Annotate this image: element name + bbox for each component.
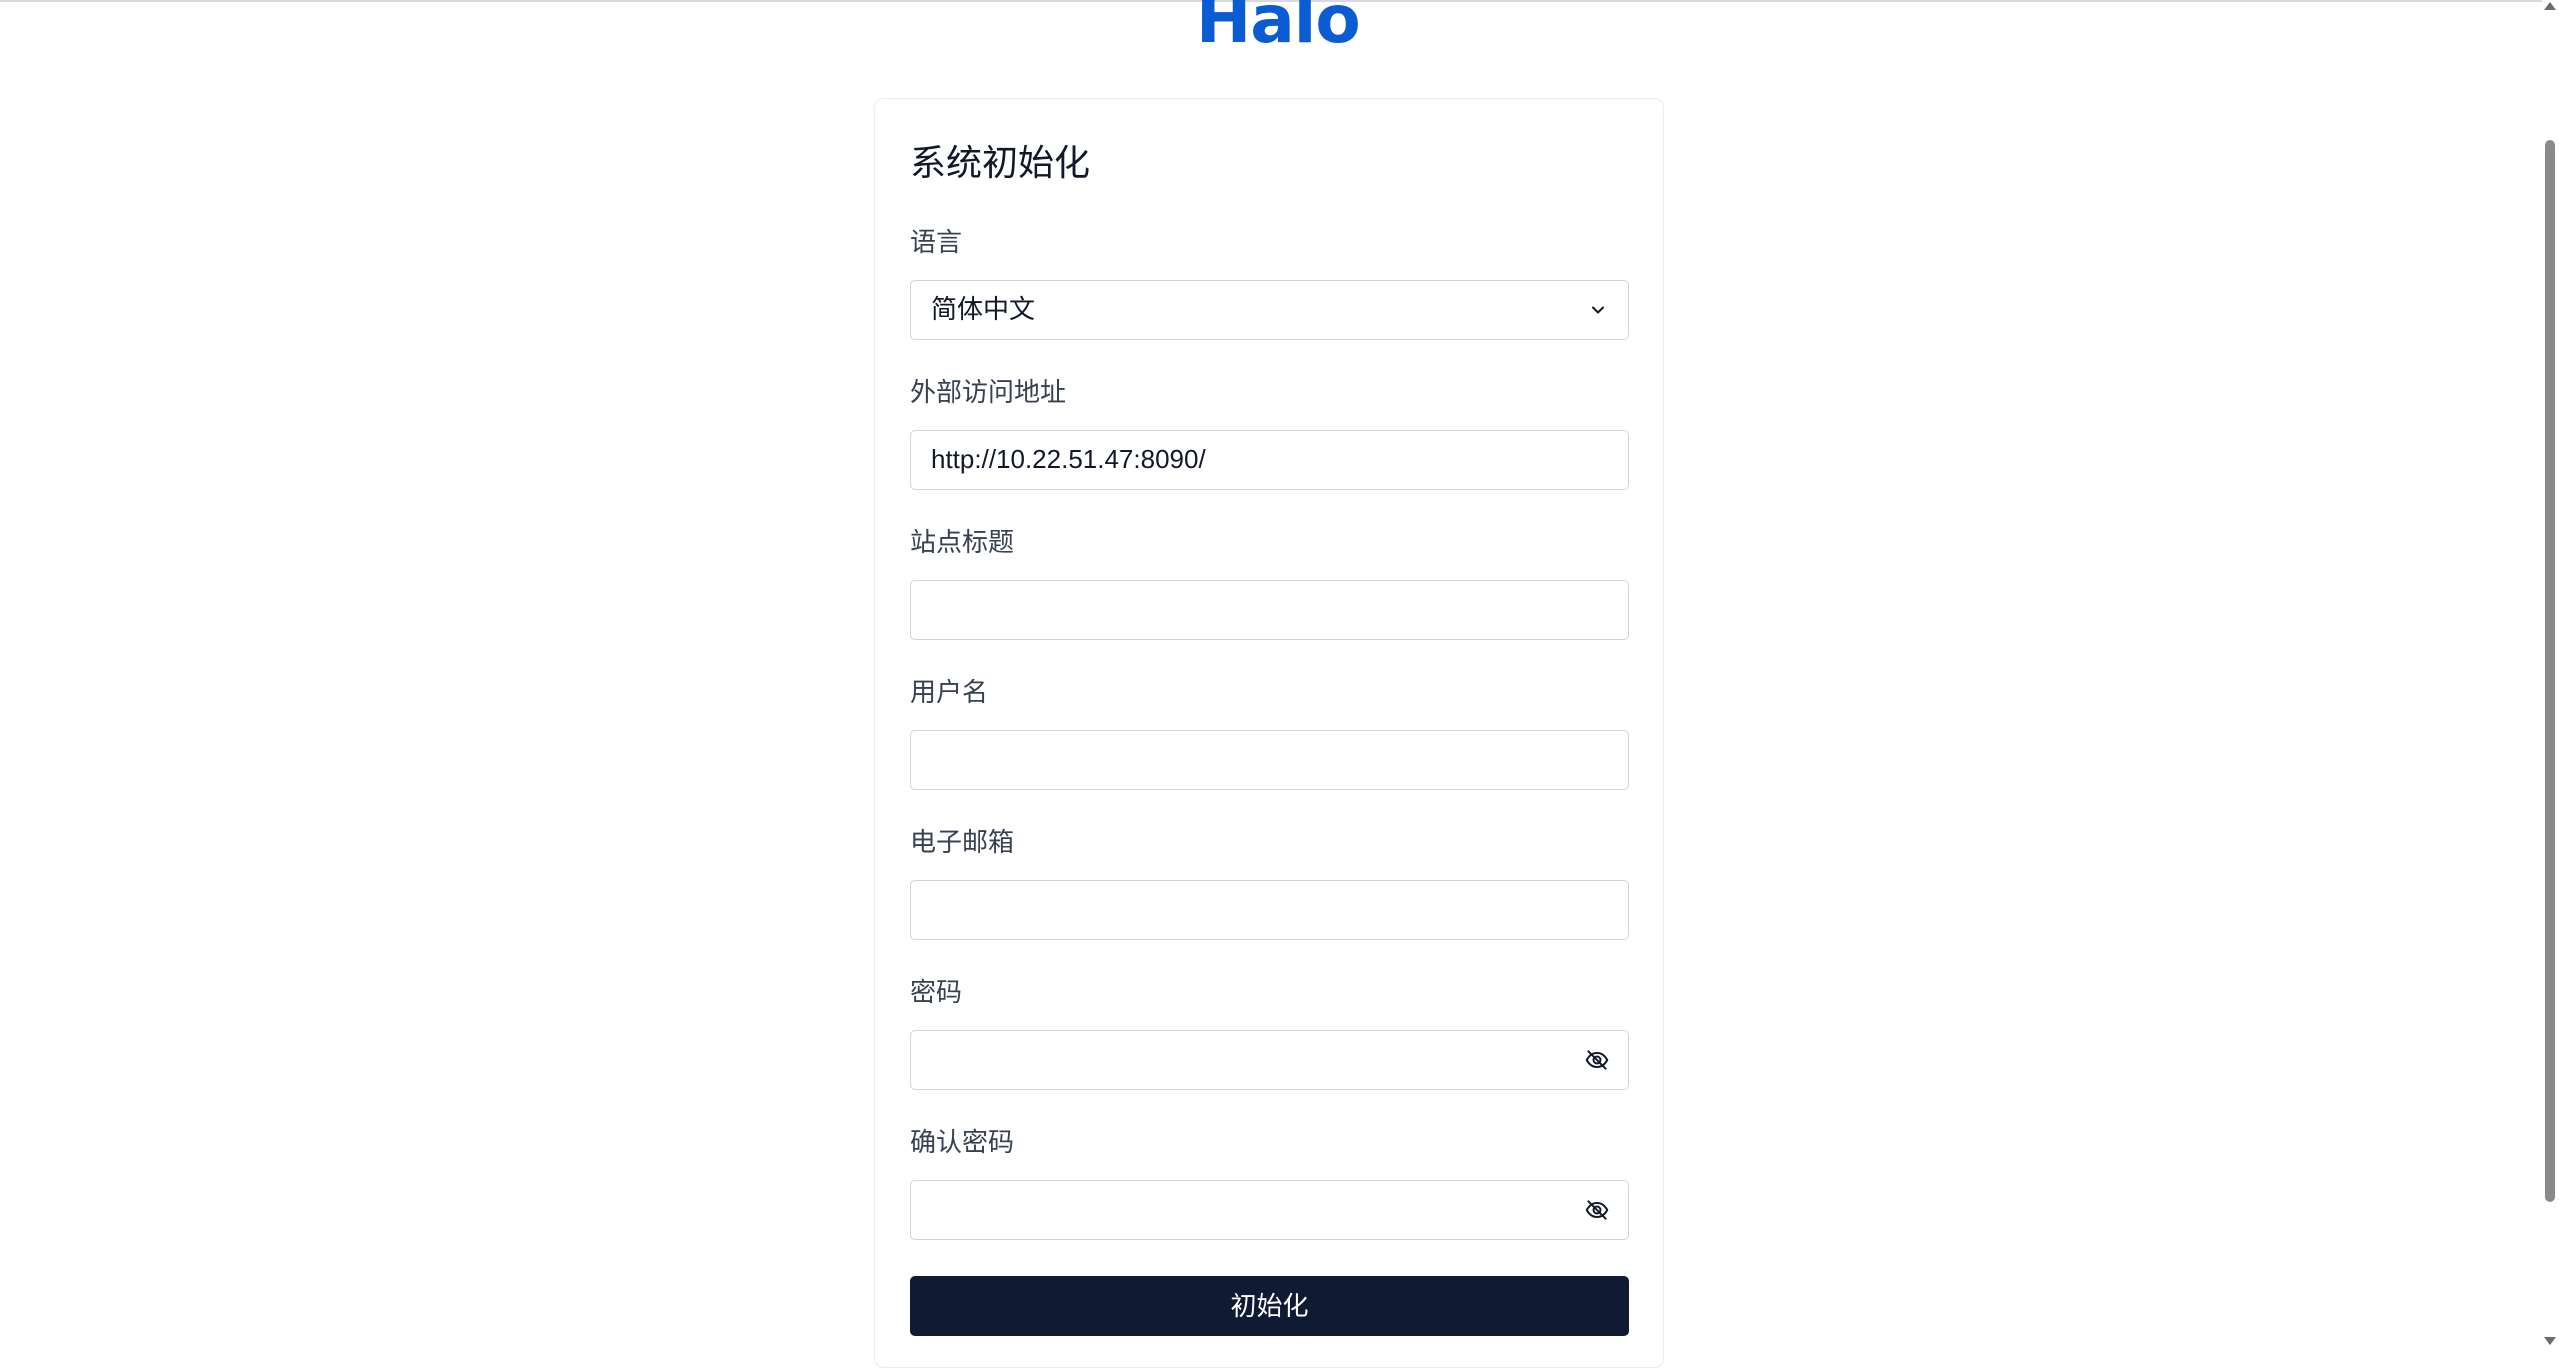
setup-card: 系统初始化 语言 简体中文 外部访问地址 http://10.22.51.47:…	[874, 98, 1664, 1368]
scroll-down-arrow-icon[interactable]	[2544, 1337, 2556, 1345]
site-title-input[interactable]	[910, 580, 1629, 640]
language-select[interactable]: 简体中文	[910, 280, 1629, 340]
language-label: 语言	[910, 227, 963, 257]
password-label: 密码	[910, 977, 963, 1007]
confirm-password-label: 确认密码	[910, 1127, 1015, 1157]
page-title: 系统初始化	[910, 142, 1091, 183]
external-url-input[interactable]: http://10.22.51.47:8090/	[910, 430, 1629, 490]
chevron-down-icon	[1592, 306, 1604, 314]
initialize-button[interactable]: 初始化	[910, 1276, 1629, 1336]
username-input[interactable]	[910, 730, 1629, 790]
eye-off-icon[interactable]	[1584, 1197, 1610, 1223]
confirm-password-input[interactable]	[910, 1180, 1629, 1240]
eye-off-icon[interactable]	[1584, 1047, 1610, 1073]
external-url-label: 外部访问地址	[910, 377, 1067, 407]
username-label: 用户名	[910, 677, 989, 707]
language-select-value: 简体中文	[931, 294, 1036, 324]
page-scrollbar[interactable]	[2542, 0, 2559, 1348]
email-input[interactable]	[910, 880, 1629, 940]
scrollbar-thumb[interactable]	[2545, 140, 2555, 1202]
site-title-label: 站点标题	[910, 527, 1015, 557]
halo-logo: Halo	[1196, 0, 1361, 58]
email-label: 电子邮箱	[910, 827, 1015, 857]
external-url-value: http://10.22.51.47:8090/	[931, 444, 1206, 474]
scroll-up-arrow-icon[interactable]	[2544, 2, 2556, 10]
password-input[interactable]	[910, 1030, 1629, 1090]
